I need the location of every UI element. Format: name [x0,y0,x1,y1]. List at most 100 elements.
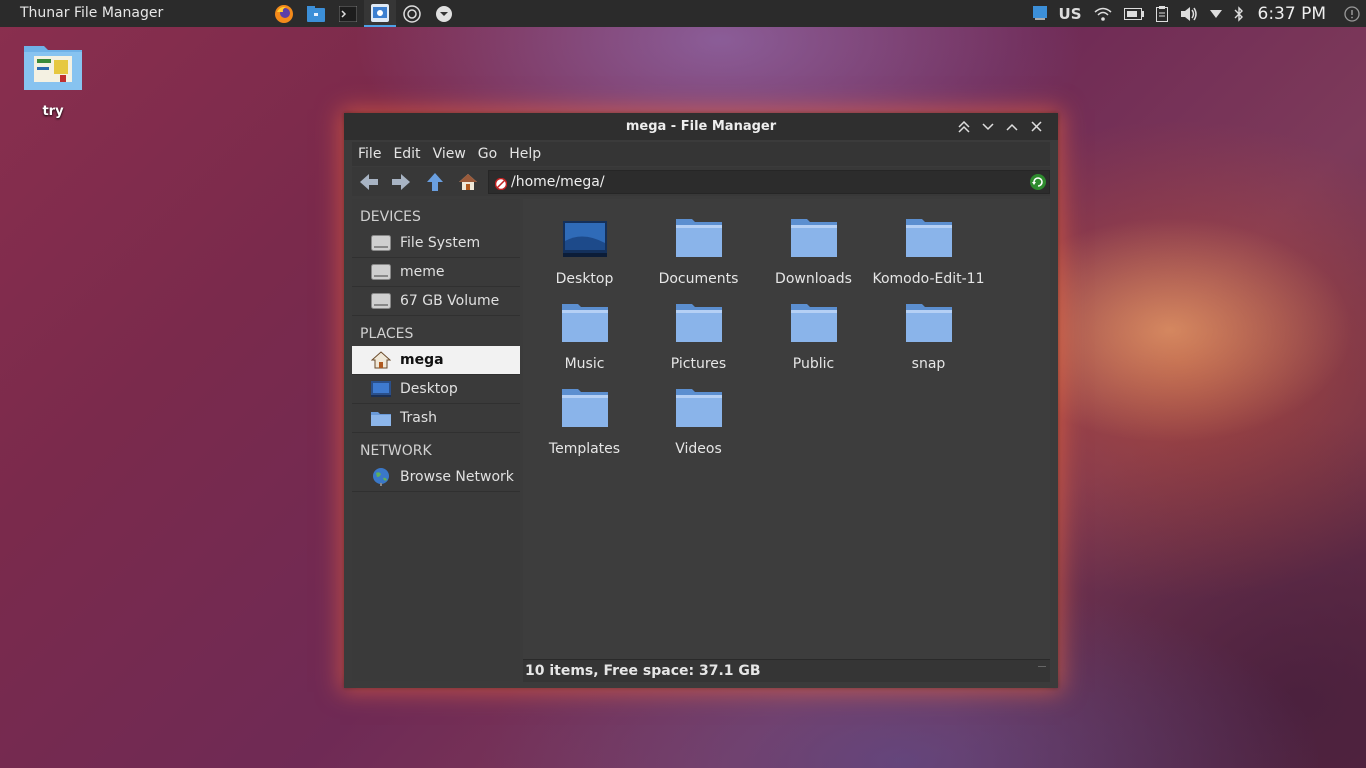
clipboard-icon[interactable] [1155,0,1168,27]
file-item[interactable]: Templates [527,383,642,457]
sidebar-item-label: Trash [400,410,437,426]
volume-icon[interactable] [1180,0,1198,27]
chevron-down-icon[interactable] [1209,0,1222,27]
file-name: snap [911,356,946,372]
sidebar-header-devices: DEVICES [360,209,421,225]
read-only-icon [494,175,508,194]
sidebar: DEVICES File System meme 67 GB Volume PL… [352,199,520,681]
file-item[interactable]: Public [756,298,871,372]
window-titlebar[interactable]: mega - File Manager [344,113,1058,140]
maximize-icon[interactable] [1000,113,1024,140]
file-manager-window: mega - File Manager File Edit View Go He… [344,113,1058,688]
location-path[interactable]: /home/mega/ [511,171,605,193]
folder-icon [641,213,756,257]
home-icon [370,350,392,370]
arrow-left-icon [360,174,378,190]
sidebar-item-browse-network[interactable]: Browse Network [352,463,520,492]
close-icon[interactable] [1024,113,1048,140]
home-button[interactable] [456,170,480,194]
settings-icon[interactable] [396,0,428,27]
session-menu-icon[interactable] [1344,0,1360,27]
folder-icon [20,40,86,96]
sidebar-item-mega[interactable]: mega [352,346,520,375]
clock[interactable]: 6:37 PM [1258,0,1327,27]
desktop-item-try[interactable]: try [20,40,86,119]
folder-icon [641,298,756,342]
files-icon[interactable] [300,0,332,27]
file-name: Desktop [555,271,614,287]
file-manager-icon[interactable] [364,0,396,27]
file-item[interactable]: Music [527,298,642,372]
sidebar-item-label: File System [400,235,481,251]
firefox-icon[interactable] [268,0,300,27]
sidebar-item-meme[interactable]: meme [352,258,520,287]
drive-icon [370,233,392,253]
wifi-icon[interactable] [1094,0,1112,27]
menu-file[interactable]: File [352,146,387,162]
menu-view[interactable]: View [427,146,472,162]
keyboard-layout-indicator[interactable]: US [1059,0,1082,27]
arrow-right-icon [392,174,410,190]
sidebar-item-label: Desktop [400,381,458,397]
menu-go[interactable]: Go [472,146,503,162]
file-view[interactable]: Desktop Documents Downloads Komodo-Edit-… [523,199,1050,659]
folder-icon [641,383,756,427]
home-icon [459,174,477,190]
file-item[interactable]: Downloads [756,213,871,287]
sidebar-item-label: Browse Network [400,469,514,485]
file-item[interactable]: Videos [641,383,756,457]
window-controls [952,113,1048,140]
globe-icon [370,467,392,487]
location-bar[interactable]: /home/mega/ [488,170,1050,194]
battery-icon[interactable] [1123,0,1144,27]
sidebar-item-label: mega [400,352,444,368]
shade-icon[interactable] [952,113,976,140]
file-name: Documents [658,271,739,287]
drive-icon [370,291,392,311]
sidebar-item-trash[interactable]: Trash [352,404,520,433]
trash-folder-icon [370,408,392,428]
folder-icon [871,298,986,342]
toolbar: /home/mega/ [352,167,1050,196]
top-panel: Thunar File Manager US 6:37 PM [0,0,1366,27]
display-indicator-icon[interactable] [1032,0,1047,27]
file-item[interactable]: Komodo-Edit-11 [871,213,986,287]
desktop-icon [370,379,392,399]
sidebar-item-file-system[interactable]: File System [352,229,520,258]
folder-icon [756,213,871,257]
menu-bar: File Edit View Go Help [352,142,1050,166]
forward-button[interactable] [389,170,413,194]
menu-edit[interactable]: Edit [387,146,426,162]
file-name: Public [792,356,835,372]
folder-icon [527,298,642,342]
desktop-icon [527,213,642,257]
file-name: Komodo-Edit-11 [872,271,985,287]
sidebar-header-places: PLACES [360,326,414,342]
status-bar: 10 items, Free space: 37.1 GB [523,659,1050,682]
launcher-bar [268,0,460,27]
file-item[interactable]: Desktop [527,213,642,287]
sidebar-header-network: NETWORK [360,443,432,459]
minimize-icon[interactable] [976,113,1000,140]
reload-icon[interactable] [1029,173,1047,195]
status-text: 10 items, Free space: 37.1 GB [525,663,761,679]
menu-help[interactable]: Help [503,146,547,162]
file-name: Pictures [670,356,727,372]
up-button[interactable] [423,170,447,194]
resize-grip[interactable] [1038,666,1046,669]
sidebar-item-label: meme [400,264,445,280]
file-item[interactable]: snap [871,298,986,372]
terminal-icon[interactable] [332,0,364,27]
desktop-item-label: try [42,104,64,119]
file-name: Videos [675,441,722,457]
file-item[interactable]: Documents [641,213,756,287]
sidebar-item-67gb-volume[interactable]: 67 GB Volume [352,287,520,316]
download-icon[interactable] [428,0,460,27]
folder-icon [756,298,871,342]
sidebar-item-desktop[interactable]: Desktop [352,375,520,404]
back-button[interactable] [357,170,381,194]
file-name: Downloads [775,271,852,287]
bluetooth-icon[interactable] [1234,0,1244,27]
file-item[interactable]: Pictures [641,298,756,372]
active-app-title[interactable]: Thunar File Manager [20,0,163,27]
